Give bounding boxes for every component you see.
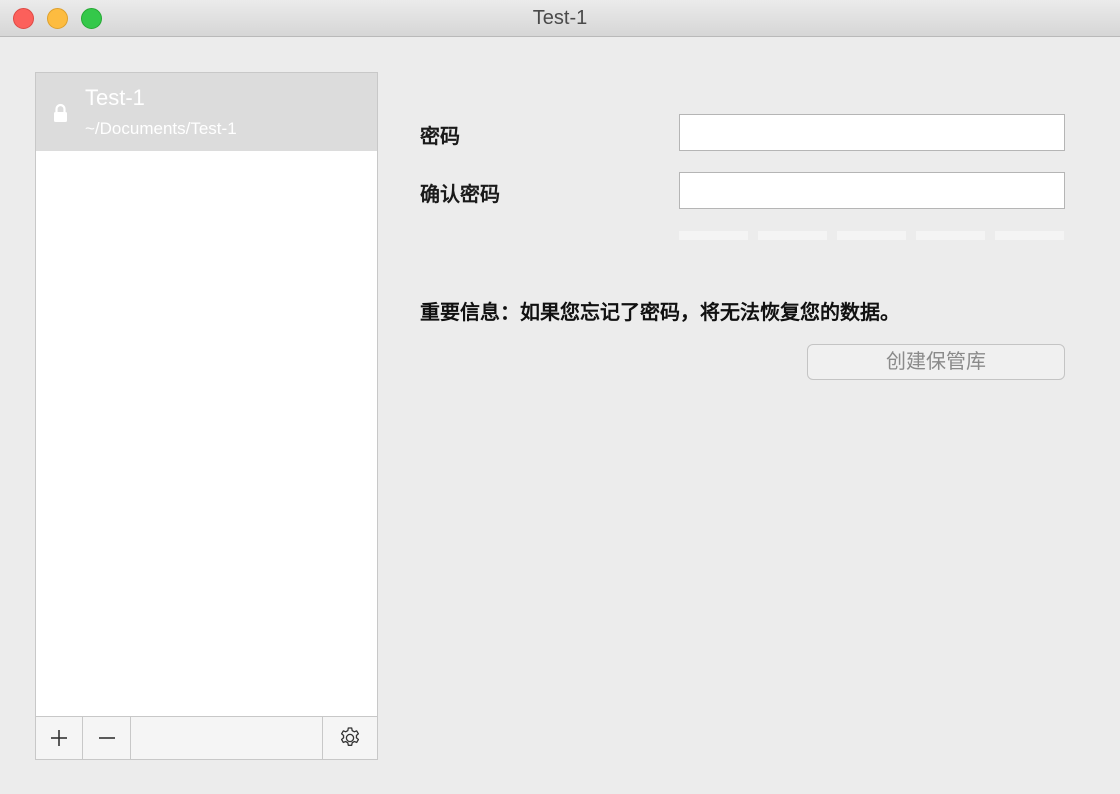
title-bar[interactable]: Test-1 — [0, 0, 1120, 37]
add-vault-button[interactable] — [36, 717, 83, 759]
confirm-password-field[interactable] — [679, 172, 1065, 209]
plus-icon — [51, 730, 67, 746]
remove-vault-button[interactable] — [83, 717, 131, 759]
password-field[interactable] — [679, 114, 1065, 151]
vault-name: Test-1 — [85, 85, 145, 110]
settings-button[interactable] — [322, 717, 377, 759]
lock-icon — [54, 103, 67, 122]
confirm-password-label: 确认密码 — [420, 182, 500, 206]
gear-icon — [340, 727, 360, 746]
password-label: 密码 — [420, 124, 460, 148]
strength-segment — [916, 231, 985, 240]
strength-segment — [679, 231, 748, 240]
password-strength-meter — [679, 231, 1065, 241]
create-vault-button[interactable]: 创建保管库 — [807, 344, 1065, 380]
strength-segment — [837, 231, 906, 240]
strength-segment — [995, 231, 1064, 240]
vault-list-item[interactable]: Test-1 ~/Documents/Test-1 — [36, 73, 377, 151]
minus-icon — [98, 737, 115, 739]
vault-path: ~/Documents/Test-1 — [85, 119, 237, 138]
vault-list: Test-1 ~/Documents/Test-1 — [35, 72, 378, 760]
strength-segment — [758, 231, 827, 240]
app-window: Test-1 Test-1 ~/Documents/Test-1 密码 确认密码… — [0, 0, 1120, 794]
window-title: Test-1 — [532, 7, 588, 29]
vault-list-toolbar — [36, 716, 377, 759]
warning-message: 重要信息：如果您忘记了密码，将无法恢复您的数据。 — [420, 300, 900, 324]
